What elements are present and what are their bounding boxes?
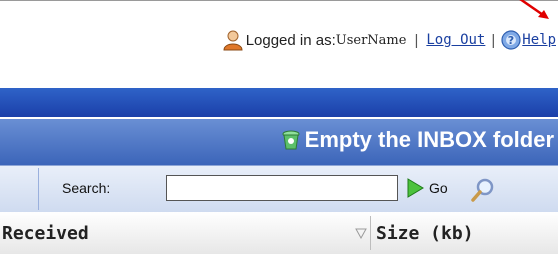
search-input[interactable]	[166, 175, 398, 201]
nav-band	[0, 88, 558, 118]
log-out-link[interactable]: Log Out	[426, 32, 485, 48]
table-header: Received Size (kb)	[0, 212, 558, 254]
sort-descending-icon[interactable]	[355, 227, 367, 239]
search-row: Search: Go	[0, 165, 558, 213]
user-icon	[223, 30, 243, 51]
red-arrow-icon	[519, 0, 549, 19]
column-size[interactable]: Size (kb)	[376, 212, 556, 254]
help-icon[interactable]: ?	[501, 30, 521, 50]
go-arrow-icon	[407, 178, 424, 198]
trash-icon	[282, 130, 300, 150]
top-bar: Logged in as: UserName | Log Out | ? Hel…	[0, 0, 558, 89]
username: UserName	[335, 32, 407, 48]
column-received[interactable]: Received	[2, 212, 382, 254]
column-received-label: Received	[2, 222, 89, 244]
empty-inbox-button[interactable]: Empty the INBOX folder	[281, 127, 554, 153]
separator: |	[491, 31, 496, 49]
go-label: Go	[429, 180, 448, 196]
action-bar: Empty the INBOX folder	[0, 117, 558, 167]
search-label: Search:	[62, 180, 111, 196]
separator: |	[414, 31, 419, 49]
svg-text:?: ?	[508, 34, 514, 47]
column-divider[interactable]	[370, 216, 371, 250]
column-size-label: Size (kb)	[376, 222, 474, 244]
empty-inbox-label: Empty the INBOX folder	[304, 127, 554, 152]
logged-in-label: Logged in as:	[245, 31, 336, 49]
login-status-row: Logged in as: UserName | Log Out | ? Hel…	[222, 25, 556, 55]
magnifier-icon[interactable]	[470, 177, 496, 203]
divider	[38, 168, 39, 210]
go-button[interactable]: Go	[405, 177, 448, 199]
help-link[interactable]: Help	[522, 32, 556, 48]
